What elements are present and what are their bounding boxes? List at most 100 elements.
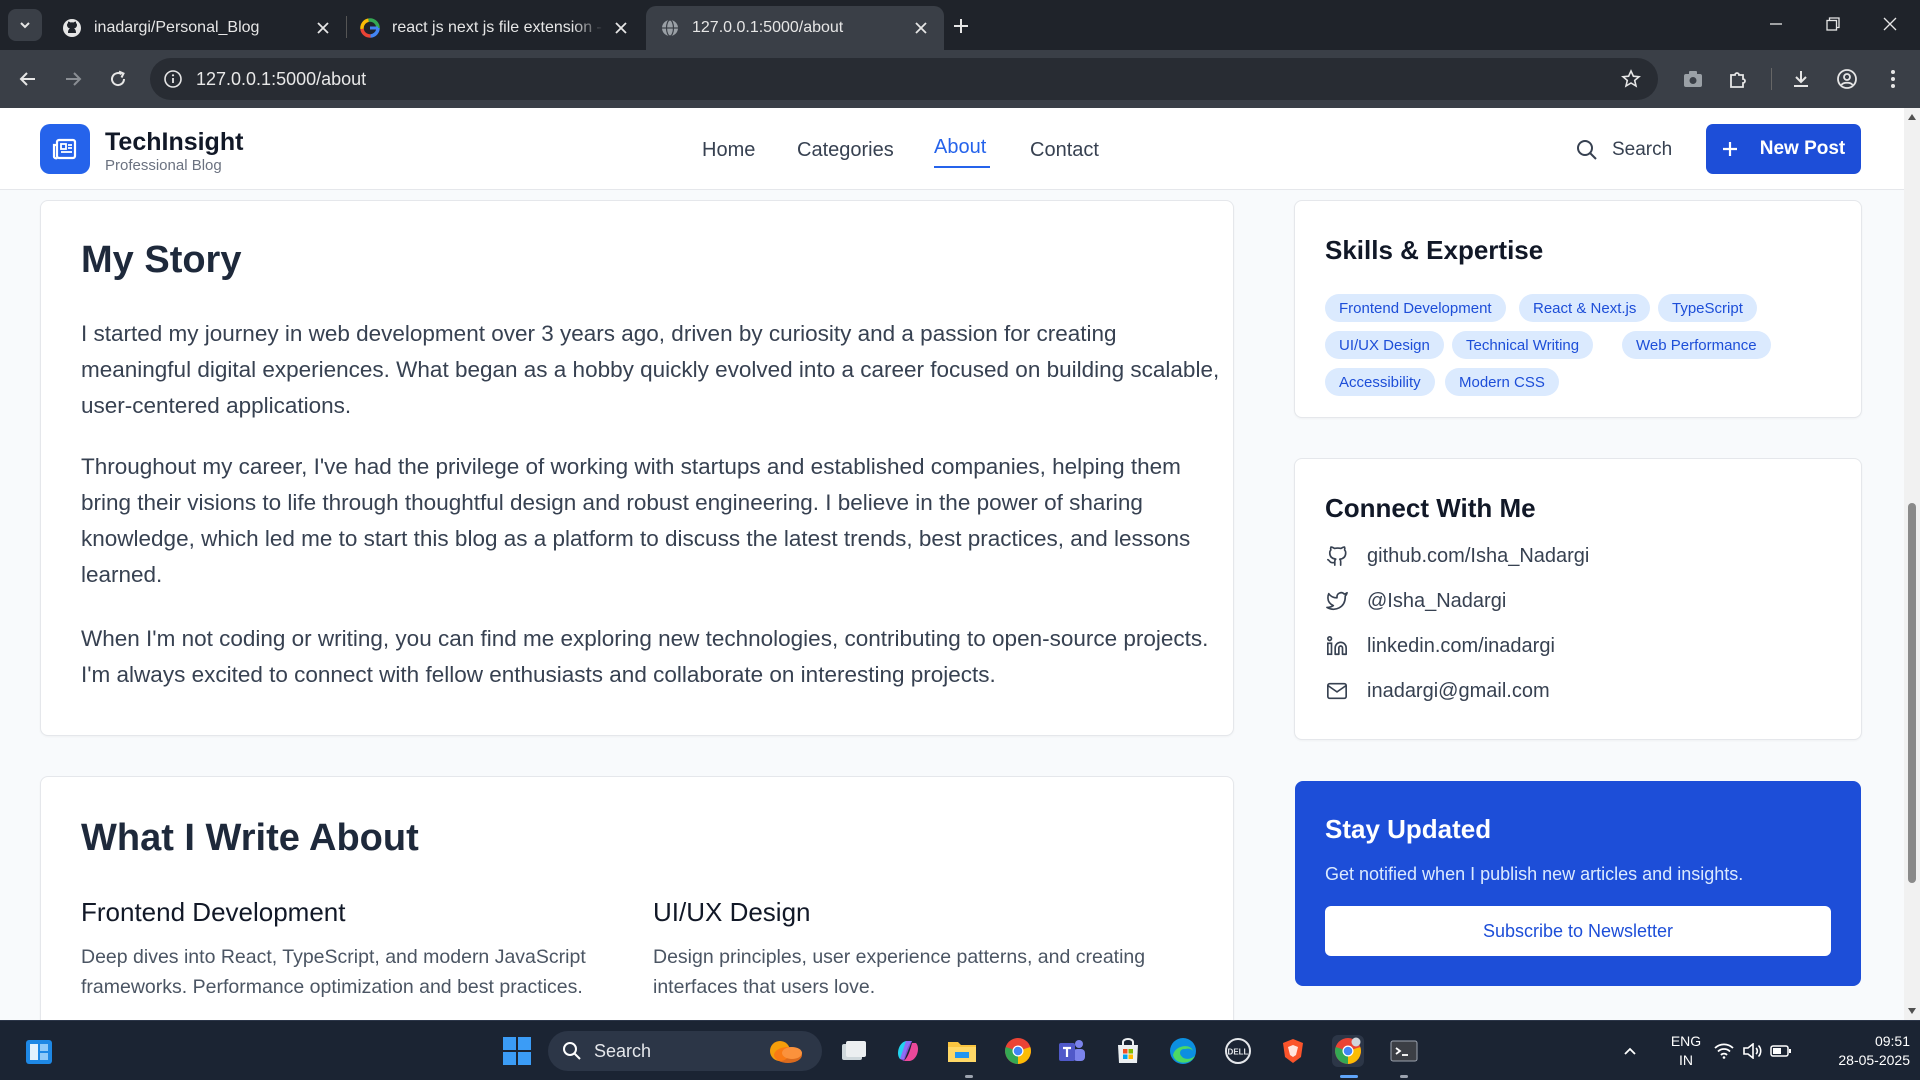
scroll-down-arrow-icon[interactable] — [1907, 1006, 1917, 1016]
linkedin-icon — [1325, 634, 1349, 658]
tab-title: inadargi/Personal_Blog — [94, 19, 260, 36]
chrome-icon[interactable] — [1002, 1035, 1034, 1067]
system-clock[interactable]: 09:51 28-05-2025 — [1810, 1032, 1910, 1070]
write-about-card: What I Write About Frontend Development … — [40, 776, 1234, 1020]
weather-icon — [770, 1041, 802, 1063]
topic-title: UI/UX Design — [653, 897, 811, 927]
plus-icon — [1722, 142, 1737, 156]
new-tab-button[interactable] — [948, 13, 974, 39]
close-icon[interactable] — [314, 19, 332, 37]
bookmark-star-icon[interactable] — [1620, 68, 1642, 90]
profile-icon[interactable] — [1834, 66, 1860, 92]
nav-about[interactable]: About — [934, 136, 986, 159]
close-icon — [1883, 17, 1897, 31]
write-about-title: What I Write About — [81, 817, 419, 859]
task-view-icon[interactable] — [838, 1035, 870, 1067]
skill-chip: Frontend Development — [1325, 294, 1506, 322]
tab-search-button[interactable] — [8, 9, 42, 41]
connect-label: @Isha_Nadargi — [1367, 589, 1507, 612]
microsoft-store-icon[interactable] — [1112, 1035, 1144, 1067]
minimize-icon — [1770, 23, 1782, 25]
edge-icon[interactable] — [1167, 1035, 1199, 1067]
close-window-button[interactable] — [1862, 0, 1918, 48]
minimize-button[interactable] — [1748, 0, 1804, 48]
volume-icon — [1743, 1043, 1762, 1059]
arrow-left-icon — [19, 72, 35, 86]
reload-icon — [111, 70, 126, 87]
clock-time: 09:51 — [1874, 1033, 1910, 1049]
screenshot-camera-icon[interactable] — [1680, 66, 1706, 92]
quick-settings[interactable] — [1714, 1021, 1792, 1080]
search-icon — [563, 1042, 581, 1060]
browser-tab[interactable]: inadargi/Personal_Blog — [48, 6, 346, 50]
search-icon — [1577, 140, 1597, 160]
language-indicator[interactable]: ENG IN — [1666, 1032, 1706, 1070]
new-post-label: New Post — [1759, 138, 1846, 159]
brave-browser-icon[interactable] — [1277, 1035, 1309, 1067]
chevron-up-icon — [1624, 1047, 1636, 1055]
search-label: Search — [1612, 139, 1673, 160]
browser-tab-active[interactable]: 127.0.0.1:5000/about — [646, 6, 944, 50]
story-paragraph: I started my journey in web development … — [81, 321, 1220, 418]
running-indicator — [1400, 1075, 1408, 1078]
widgets-icon[interactable] — [24, 1037, 54, 1067]
browser-tab[interactable]: react js next js file extension - G — [346, 6, 644, 50]
restore-icon — [1826, 17, 1840, 31]
browser-toolbar: 127.0.0.1:5000/about — [0, 50, 1920, 108]
google-icon — [360, 18, 380, 38]
file-explorer-icon[interactable] — [946, 1035, 978, 1067]
extensions-puzzle-icon[interactable] — [1725, 66, 1751, 92]
brand-tagline: Professional Blog — [105, 157, 222, 174]
connect-link-twitter[interactable]: @Isha_Nadargi — [1325, 589, 1506, 613]
show-hidden-icons-button[interactable] — [1622, 1021, 1638, 1080]
subscribe-button[interactable]: Subscribe to Newsletter — [1325, 906, 1831, 956]
newspaper-icon — [52, 138, 77, 160]
connect-link-linkedin[interactable]: linkedin.com/inadargi — [1325, 634, 1555, 658]
scrollbar-thumb[interactable] — [1908, 503, 1916, 883]
site-info-icon[interactable] — [162, 68, 184, 90]
teams-icon[interactable] — [1056, 1035, 1088, 1067]
taskbar-search-label: Search — [594, 1040, 652, 1061]
page-scrollbar[interactable] — [1904, 108, 1920, 1020]
story-paragraph: When I'm not coding or writing, you can … — [81, 626, 1209, 687]
skills-card: Skills & Expertise Frontend Development … — [1294, 200, 1862, 418]
globe-icon — [660, 18, 680, 38]
brand-name[interactable]: TechInsight — [105, 128, 243, 157]
address-bar[interactable]: 127.0.0.1:5000/about — [150, 58, 1658, 100]
kebab-menu-icon[interactable] — [1880, 66, 1906, 92]
connect-link-github[interactable]: github.com/Isha_Nadargi — [1325, 544, 1589, 568]
back-button[interactable] — [13, 64, 43, 94]
topic-description: Deep dives into React, TypeScript, and m… — [81, 946, 586, 998]
arrow-right-icon — [66, 72, 82, 86]
page-viewport: My Story I started my journey in web dev… — [0, 108, 1904, 1020]
logo[interactable] — [40, 124, 90, 174]
connect-link-email[interactable]: inadargi@gmail.com — [1325, 679, 1550, 703]
nav-home[interactable]: Home — [702, 139, 755, 162]
terminal-icon[interactable] — [1388, 1035, 1420, 1067]
tab-title: react js next js file extension - G — [392, 19, 604, 36]
close-icon[interactable] — [912, 19, 930, 37]
windows-start-icon[interactable] — [502, 1036, 532, 1066]
topic-description: Design principles, user experience patte… — [653, 946, 1146, 998]
battery-icon — [1770, 1045, 1791, 1057]
restore-button[interactable] — [1805, 0, 1861, 48]
connect-label: github.com/Isha_Nadargi — [1367, 544, 1590, 567]
new-post-button[interactable]: New Post — [1706, 124, 1861, 174]
dell-icon[interactable]: DELL — [1222, 1035, 1254, 1067]
reload-button[interactable] — [103, 64, 133, 94]
chrome-active-icon[interactable] — [1332, 1035, 1364, 1067]
nav-contact[interactable]: Contact — [1030, 139, 1099, 162]
forward-button[interactable] — [58, 64, 88, 94]
nav-categories[interactable]: Categories — [797, 139, 894, 162]
copilot-icon[interactable] — [892, 1035, 924, 1067]
connect-label: linkedin.com/inadargi — [1367, 634, 1555, 657]
close-icon[interactable] — [612, 19, 630, 37]
download-icon[interactable] — [1788, 66, 1814, 92]
taskbar-search[interactable]: Search — [548, 1031, 822, 1071]
language-code: ENG — [1670, 1033, 1702, 1049]
skill-chip: UI/UX Design — [1325, 331, 1444, 359]
running-indicator — [965, 1075, 973, 1078]
search-button[interactable]: Search — [1576, 136, 1672, 164]
scroll-up-arrow-icon[interactable] — [1907, 112, 1917, 122]
region-code: IN — [1679, 1052, 1693, 1068]
